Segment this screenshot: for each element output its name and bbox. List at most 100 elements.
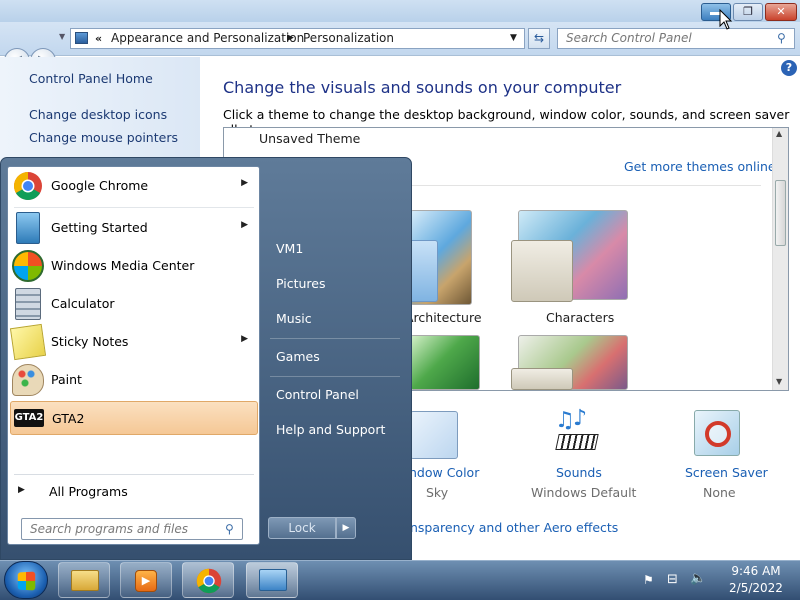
right-pane-separator (270, 376, 400, 377)
program-gta2[interactable]: GTA2 GTA2 (10, 401, 258, 435)
start-link-pictures[interactable]: Pictures (276, 276, 326, 291)
all-programs-arrow-icon[interactable]: ▶ (18, 485, 25, 495)
theme-gallery-scrollbar[interactable]: ▲ ▼ (772, 128, 788, 390)
taskbar-control-panel-button[interactable] (246, 562, 298, 598)
explorer-icon (71, 570, 99, 591)
theme-architecture-label[interactable]: Architecture (405, 310, 482, 325)
get-more-themes-link[interactable]: Get more themes online (624, 159, 776, 174)
screen-saver-value: None (703, 485, 736, 500)
program-label: Paint (51, 372, 82, 387)
getting-started-icon (16, 212, 40, 244)
search-control-panel-input[interactable]: Search Control Panel ⚲ (557, 28, 795, 49)
shutdown-options-button[interactable]: ▶ (336, 517, 356, 539)
title-bar[interactable]: ❐ ✕ (0, 0, 800, 22)
start-search-input[interactable]: Search programs and files ⚲ (21, 518, 243, 540)
calculator-icon (15, 288, 41, 320)
window-color-value: Sky (426, 485, 449, 500)
search-icon[interactable]: ⚲ (777, 29, 786, 48)
characters-theme-color-swatch (511, 240, 573, 302)
sounds-icon[interactable]: ♫ ♪ (553, 406, 599, 458)
scrollbar-thumb[interactable] (775, 180, 786, 246)
window-color-swatch-icon[interactable] (410, 411, 458, 459)
program-google-chrome[interactable]: Google Chrome ▶ (10, 169, 258, 203)
restore-icon: ❐ (743, 5, 753, 18)
program-paint[interactable]: Paint (10, 363, 258, 397)
pinned-separator (14, 207, 254, 208)
change-desktop-icons-link[interactable]: Change desktop icons (29, 107, 167, 122)
program-label: Google Chrome (51, 178, 149, 193)
refresh-icon: ⇆ (533, 31, 545, 45)
chrome-icon (196, 568, 222, 594)
sounds-link[interactable]: Sounds (556, 465, 602, 480)
page-heading: Change the visuals and sounds on your co… (223, 78, 622, 97)
program-calculator[interactable]: Calculator (10, 287, 258, 321)
sticky-notes-icon (9, 323, 47, 361)
taskbar-chrome-button[interactable] (182, 562, 234, 598)
taskbar-explorer-button[interactable] (58, 562, 110, 598)
theme-thumbnail-3[interactable] (410, 335, 480, 390)
taskbar-media-player-button[interactable]: ▶ (120, 562, 172, 598)
submenu-arrow-icon[interactable]: ▶ (241, 334, 248, 344)
breadcrumb-current[interactable]: Personalization (303, 29, 394, 48)
scroll-down-icon[interactable]: ▼ (776, 377, 782, 386)
close-icon: ✕ (776, 5, 786, 18)
close-button[interactable]: ✕ (765, 3, 797, 21)
network-icon[interactable]: ⊟ (667, 572, 678, 587)
change-mouse-pointers-link[interactable]: Change mouse pointers (29, 130, 178, 145)
all-programs-button[interactable]: All Programs (49, 484, 128, 499)
address-bar[interactable]: « Appearance and Personalization ▶ Perso… (70, 28, 525, 49)
control-panel-icon (75, 32, 88, 44)
refresh-button[interactable]: ⇆ (528, 28, 550, 49)
search-icon[interactable]: ⚲ (225, 519, 234, 539)
submenu-arrow-icon[interactable]: ▶ (241, 220, 248, 230)
start-link-vm1[interactable]: VM1 (276, 241, 303, 256)
help-icon[interactable]: ? (781, 60, 797, 76)
start-search-placeholder: Search programs and files (30, 522, 188, 536)
search-placeholder: Search Control Panel (566, 31, 692, 45)
right-pane-separator (270, 338, 400, 339)
start-button[interactable] (4, 561, 48, 599)
all-programs-separator (14, 474, 254, 475)
volume-icon[interactable]: 🔈 (690, 571, 706, 586)
start-link-games[interactable]: Games (276, 349, 320, 364)
submenu-arrow-icon[interactable]: ▶ (241, 178, 248, 188)
transparency-aero-link[interactable]: nsparency and other Aero effects (410, 520, 618, 535)
scroll-up-icon[interactable]: ▲ (776, 129, 782, 138)
screen-saver-icon[interactable] (694, 410, 740, 456)
windows-media-center-icon (12, 250, 44, 282)
maximize-button[interactable]: ❐ (733, 3, 763, 21)
start-link-music[interactable]: Music (276, 311, 312, 326)
action-center-icon[interactable]: ⚑ (643, 573, 654, 587)
program-label: Calculator (51, 296, 115, 311)
clock-time: 9:46 AM (731, 564, 781, 578)
control-panel-icon (259, 569, 287, 591)
program-label: Sticky Notes (51, 334, 129, 349)
mouse-cursor-icon (719, 9, 733, 30)
paint-icon (12, 364, 44, 396)
chevron-right-icon: ▶ (342, 523, 350, 533)
program-label: Windows Media Center (51, 258, 195, 273)
start-link-help-and-support[interactable]: Help and Support (276, 422, 385, 437)
breadcrumb-separator-icon[interactable]: ▶ (287, 29, 294, 48)
chrome-icon (14, 172, 42, 200)
program-windows-media-center[interactable]: Windows Media Center (10, 249, 258, 283)
taskbar-clock[interactable]: 9:46 AM 2/5/2022 (716, 563, 796, 597)
unsaved-theme-label: Unsaved Theme (259, 131, 361, 146)
program-getting-started[interactable]: Getting Started ▶ (10, 211, 258, 245)
start-link-control-panel[interactable]: Control Panel (276, 387, 359, 402)
program-label: Getting Started (51, 220, 148, 235)
program-sticky-notes[interactable]: Sticky Notes ▶ (9, 323, 258, 361)
gta2-icon: GTA2 (14, 409, 44, 427)
theme-divider (411, 185, 761, 186)
breadcrumb-root[interactable]: Appearance and Personalization (111, 29, 304, 48)
theme-characters-label[interactable]: Characters (546, 310, 614, 325)
window-color-link[interactable]: ndow Color (409, 465, 479, 480)
lock-button[interactable]: Lock (268, 517, 336, 539)
address-dropdown-icon[interactable]: ▼ (510, 29, 517, 48)
control-panel-home-link[interactable]: Control Panel Home (29, 71, 153, 86)
program-label: GTA2 (52, 411, 85, 426)
clock-date: 2/5/2022 (729, 581, 783, 595)
screen-saver-link[interactable]: Screen Saver (685, 465, 768, 480)
recent-pages-icon[interactable]: ▼ (59, 32, 65, 41)
breadcrumb-overflow-icon[interactable]: « (95, 29, 102, 48)
